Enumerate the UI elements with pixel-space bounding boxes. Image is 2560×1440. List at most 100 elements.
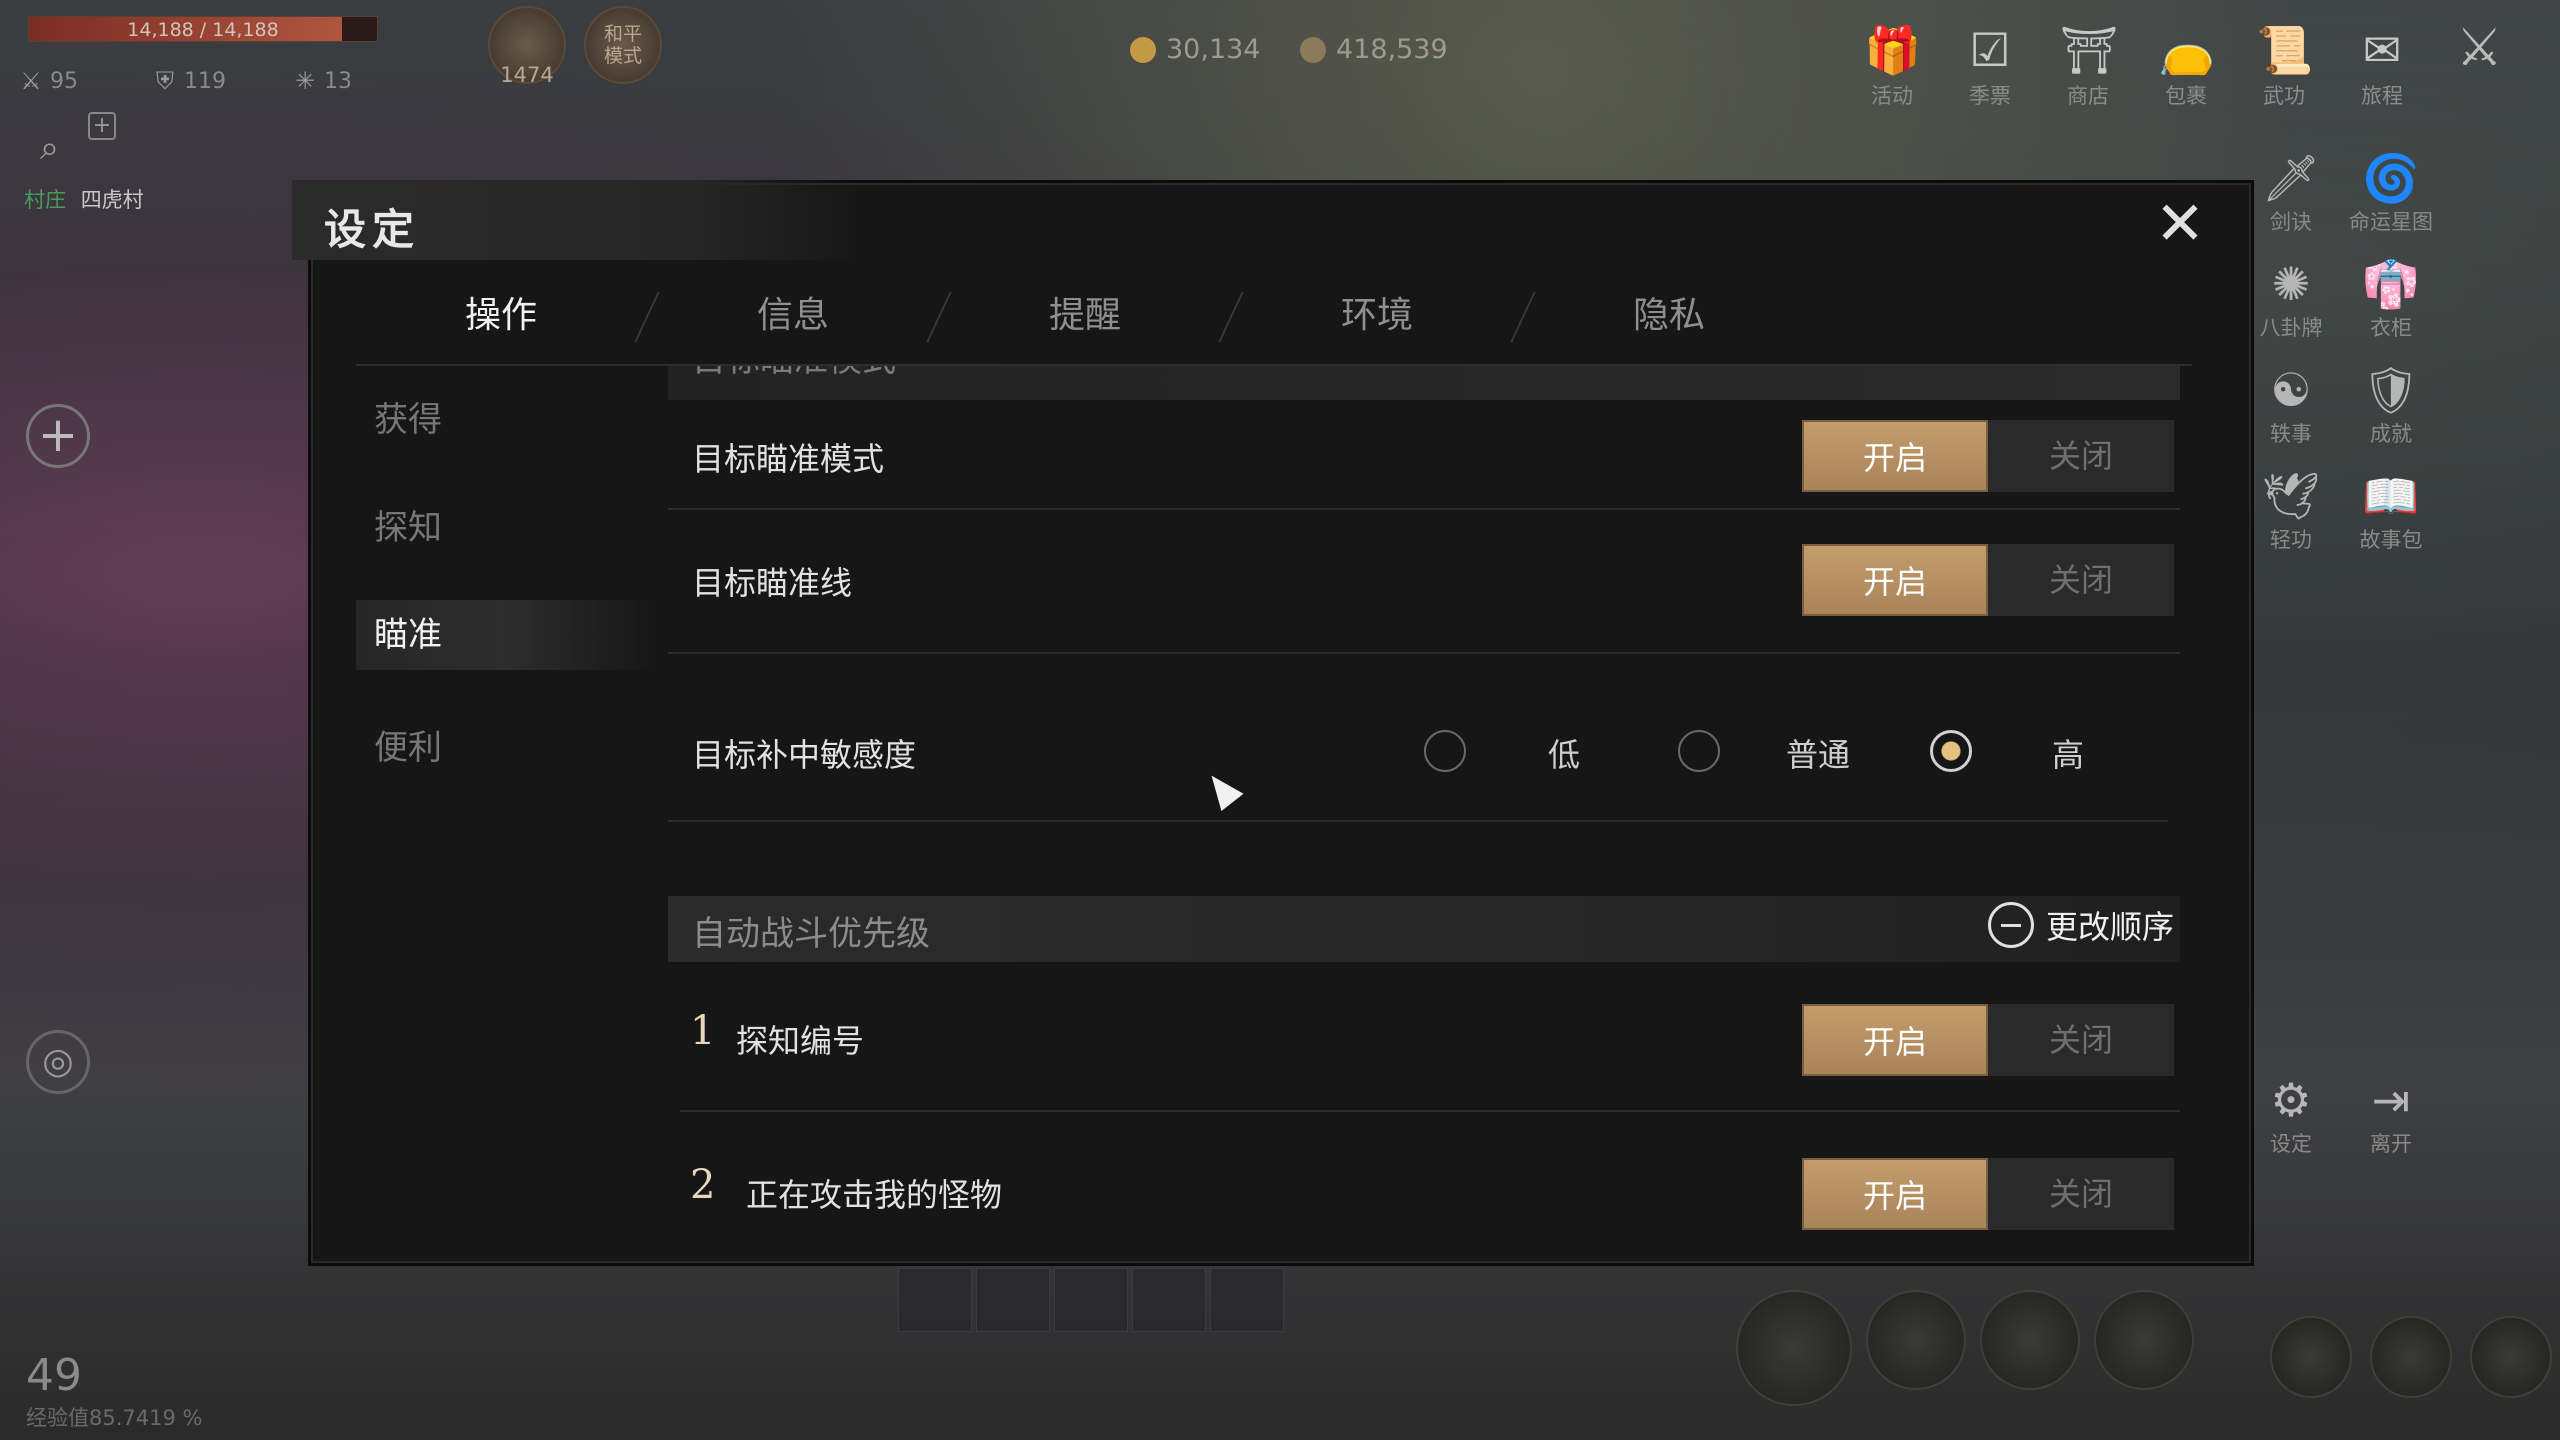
ticket-icon: ☑ [1969,23,2011,77]
toggle-off-button[interactable]: 关闭 [1988,1004,2174,1076]
item-slot[interactable] [898,1268,972,1332]
reorder-button[interactable]: 更改顺序 [1987,902,2174,948]
top-menu-martial[interactable]: 📜 武功 [2244,22,2324,110]
silver-coin-icon [1300,36,1326,63]
close-icon[interactable]: ✕ [2152,194,2208,254]
settings-content: 目标瞄准模式 目标瞄准模式 开启 关闭 目标瞄准线 开启 关闭 目标补中敏感度 … [668,366,2180,1261]
toggle-off-button[interactable]: 关闭 [1988,544,2174,616]
subnav-aim[interactable]: 瞄准 [356,600,656,670]
player-level: 49 [26,1350,82,1401]
top-menu-bag[interactable]: 👝 包裹 [2146,22,2226,110]
side-menu-label: 衣柜 [2370,316,2412,340]
tab-environment[interactable]: 环境 [1232,284,1522,364]
top-menu-label: 武功 [2263,84,2305,108]
crit-stat: ✳ 13 [292,68,352,94]
journey-icon: ✉ [2362,23,2402,77]
crossed-swords-icon: ⚔ [20,67,42,95]
toggle-on-button[interactable]: 开启 [1802,420,1988,492]
setting-label: 目标补中敏感度 [692,736,917,774]
settings-title: 设定 [324,205,421,254]
attack-skill-button[interactable] [1736,1290,1852,1406]
side-menu-settings[interactable]: ⚙ 设定 [2246,1072,2336,1158]
item-slots [898,1268,1284,1332]
toggle-off-button[interactable]: 关闭 [1988,1158,2174,1230]
top-menu-label: 旅程 [2361,84,2403,108]
subnav-convenience[interactable]: 便利 [356,708,656,816]
action-button[interactable] [2270,1316,2352,1398]
action-button[interactable] [2470,1316,2552,1398]
side-menu-sword-art[interactable]: 🗡 剑诀 [2246,150,2336,236]
top-menu-label: 包裹 [2165,84,2207,108]
gold-amount: 30,134 [1166,34,1261,65]
item-slot[interactable] [1132,1268,1206,1332]
radio-high[interactable] [1930,730,1972,772]
radio-normal[interactable] [1678,730,1720,772]
setting-row-sensitivity: 目标补中敏感度 低 普通 高 [668,654,2168,822]
toggle-on-button[interactable]: 开启 [1802,1004,1988,1076]
side-menu-anecdote[interactable]: ☯ 轶事 [2246,362,2336,448]
attack-stat: ⚔ 95 [18,68,78,94]
radio-low[interactable] [1424,730,1466,772]
item-slot[interactable] [1054,1268,1128,1332]
radio-normal-label: 普通 [1786,736,1851,774]
subnav-obtain[interactable]: 获得 [356,380,656,488]
side-menu-exit[interactable]: ⇥ 离开 [2346,1072,2436,1158]
top-menu-label: 季票 [1969,84,2011,108]
defense-value: 119 [184,68,226,94]
add-icon[interactable]: + [88,112,116,140]
tab-reminder[interactable]: 提醒 [940,284,1230,364]
item-slot[interactable] [1210,1268,1284,1332]
item-slot[interactable] [976,1268,1050,1332]
mode-text: 和平模式 [603,23,642,67]
peace-mode-badge[interactable]: 和平模式 [584,6,662,84]
top-menu-activity[interactable]: 🎁 活动 [1852,22,1932,110]
side-menu-achievement[interactable]: 🛡 成就 [2346,362,2436,448]
skill-button[interactable] [2094,1290,2194,1390]
reorder-label: 更改顺序 [2045,908,2174,946]
storybook-icon: 📖 [2362,469,2420,523]
side-menu-label: 剑诀 [2270,210,2312,234]
attack-value: 95 [50,68,78,94]
side-menu-label: 命运星图 [2349,210,2433,234]
side-menu-label: 故事包 [2359,528,2423,552]
level-badge[interactable]: 1474 [488,6,566,87]
minus-circle-icon [1987,902,2034,948]
side-menu-star-chart[interactable]: 🌀 命运星图 [2346,150,2436,236]
search-icon[interactable]: ⌕ [40,128,59,168]
skill-button[interactable] [1866,1290,1966,1390]
setting-label: 目标瞄准模式 [692,440,885,478]
tab-privacy[interactable]: 隐私 [1524,284,1814,364]
hp-text: 14,188 / 14,188 [127,19,279,41]
priority-label: 探知编号 [736,1022,865,1060]
subnav-detect[interactable]: 探知 [356,488,656,596]
toggle-off-button[interactable]: 关闭 [1988,420,2174,492]
top-menu-shop[interactable]: ⛩ 商店 [2048,22,2128,110]
auto-battle-section: 自动战斗优先级 更改顺序 [668,896,2180,962]
tab-info[interactable]: 信息 [648,284,938,364]
priority-rank: 2 [690,1162,716,1208]
shop-icon: ⛩ [2060,23,2119,77]
gold-coin-icon [1130,36,1156,63]
side-menu-label: 设定 [2270,1132,2312,1156]
zoom-in-icon[interactable]: + [26,404,90,468]
side-menu-label: 成就 [2370,422,2412,446]
robe-icon: 👘 [2362,257,2420,311]
skill-button[interactable] [1980,1290,2080,1390]
bag-icon: 👝 [2158,23,2216,77]
side-menu-storybook[interactable]: 📖 故事包 [2346,468,2436,554]
top-menu-journey[interactable]: ✉ 旅程 [2342,22,2422,110]
priority-label: 正在攻击我的怪物 [746,1176,1003,1214]
side-menu-bagua[interactable]: ✺ 八卦牌 [2246,256,2336,342]
exp-text: 经验值85.7419 % [26,1406,203,1430]
combat-toggle-icon[interactable]: ⚔ [2456,18,2503,78]
tab-operation[interactable]: 操作 [356,284,646,364]
target-icon[interactable]: ◎ [26,1030,90,1094]
side-menu-label: 八卦牌 [2259,316,2323,340]
side-menu-lightness[interactable]: 🕊 轻功 [2246,468,2336,554]
toggle-on-button[interactable]: 开启 [1802,1158,1988,1230]
action-button[interactable] [2370,1316,2452,1398]
currency-gold: 30,134 [1130,34,1260,65]
toggle-on-button[interactable]: 开启 [1802,544,1988,616]
top-menu-season[interactable]: ☑ 季票 [1950,22,2030,110]
side-menu-wardrobe[interactable]: 👘 衣柜 [2346,256,2436,342]
